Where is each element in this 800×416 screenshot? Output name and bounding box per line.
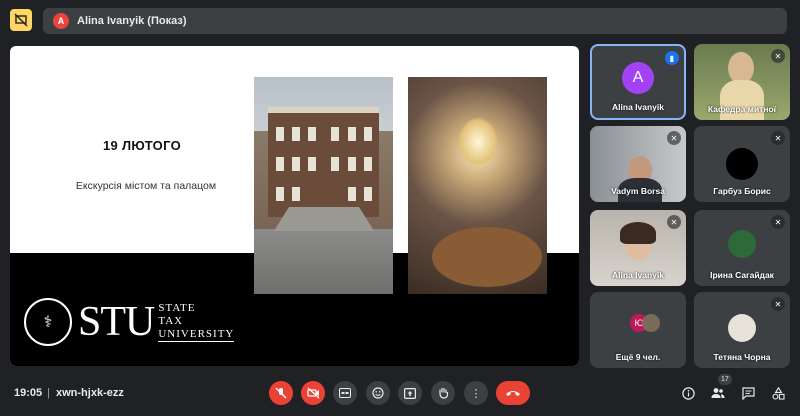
- mic-off-icon: ✕: [667, 215, 681, 229]
- chat-icon[interactable]: [740, 385, 756, 401]
- leave-call-button[interactable]: [496, 381, 530, 405]
- meeting-details-icon[interactable]: [680, 385, 696, 401]
- mic-off-icon: ✕: [667, 131, 681, 145]
- chandelier: [458, 117, 498, 167]
- mic-off-icon: ✕: [771, 215, 785, 229]
- top-bar: A Alina Ivanyik (Показ): [0, 0, 800, 40]
- mic-off-icon: ✕: [771, 297, 785, 311]
- participant-name: Гарбуз Борис: [713, 186, 771, 196]
- bottom-bar: 19:05 | xwn-hjxk-ezz ⋮ 17: [0, 370, 800, 416]
- logo-tagline: STATE TAX UNIVERSITY: [158, 301, 235, 342]
- participant-name: Ірина Сагайдак: [710, 270, 774, 280]
- clock: 19:05: [14, 387, 43, 399]
- university-seal-icon: ⚕: [24, 297, 72, 346]
- mic-off-button[interactable]: [269, 381, 293, 405]
- mic-off-icon: ✕: [771, 49, 785, 63]
- more-participants-avatar-2: [642, 314, 660, 332]
- participant-avatar: [728, 314, 756, 342]
- participant-tile[interactable]: ✕ Гарбуз Борис: [694, 126, 790, 202]
- participant-name: Vadym Borsa: [611, 186, 665, 196]
- mic-off-icon: ✕: [771, 131, 785, 145]
- palace-photo: [254, 77, 393, 294]
- slide-subtitle: Екскурсія містом та палацом: [75, 180, 217, 192]
- captions-button[interactable]: [333, 381, 357, 405]
- camera-off-button[interactable]: [301, 381, 325, 405]
- palace-steps: [274, 207, 374, 231]
- participant-avatar: A: [622, 62, 654, 94]
- more-options-icon[interactable]: ⋮: [464, 381, 488, 405]
- palace-building: [268, 107, 379, 217]
- participant-name: Тетяна Чорна: [713, 352, 771, 362]
- participant-tile[interactable]: ✕ Vadym Borsa: [590, 126, 686, 202]
- logo-wordmark: STU: [78, 298, 155, 345]
- meeting-code: xwn-hjxk-ezz: [56, 387, 124, 399]
- present-now-button[interactable]: [398, 381, 422, 405]
- separator: |: [47, 387, 50, 399]
- participant-tile[interactable]: ✕ Alina Ivanyik: [590, 210, 686, 286]
- emoji-button[interactable]: [366, 381, 390, 405]
- slide-date: 19 ЛЮТОГО: [102, 138, 181, 153]
- people-icon[interactable]: [710, 385, 726, 401]
- activities-icon[interactable]: [770, 385, 786, 401]
- presentation-icon[interactable]: [10, 9, 32, 31]
- presenting-banner: A Alina Ivanyik (Показ): [43, 8, 787, 34]
- raise-hand-button[interactable]: [431, 381, 455, 405]
- participant-tile[interactable]: ✕ Кафедра митної: [694, 44, 790, 120]
- participant-count-badge: 17: [718, 374, 732, 385]
- participant-tile[interactable]: ✕ Ірина Сагайдак: [694, 210, 790, 286]
- hall-photo: [408, 77, 547, 294]
- participant-tile[interactable]: Ю Ещё 9 чел.: [590, 292, 686, 368]
- participant-avatar: [726, 148, 758, 180]
- more-participants-label: Ещё 9 чел.: [615, 352, 661, 362]
- participant-tile[interactable]: A ▮ Alina Ivanyik: [590, 44, 686, 120]
- presenter-label: Alina Ivanyik (Показ): [77, 15, 187, 27]
- round-table: [432, 227, 542, 287]
- university-logo: ⚕ STU STATE TAX UNIVERSITY: [24, 294, 264, 349]
- speaking-icon: ▮: [665, 51, 679, 65]
- shared-slide: 19 ЛЮТОГО Екскурсія містом та палацом ⚕ …: [10, 46, 579, 366]
- participant-avatar: [728, 230, 756, 258]
- participant-tile[interactable]: ✕ Тетяна Чорна: [694, 292, 790, 368]
- presenter-avatar: A: [53, 13, 69, 29]
- participant-name: Кафедра митної: [707, 104, 777, 114]
- participant-name: Alina Ivanyik: [612, 102, 664, 112]
- participant-name: Alina Ivanyik: [612, 270, 664, 280]
